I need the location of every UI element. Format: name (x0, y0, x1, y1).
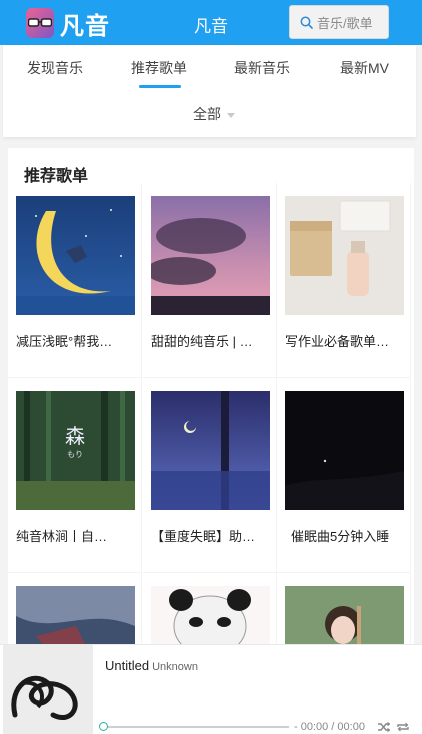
search-label: 音乐/歌单 (317, 15, 373, 31)
svg-text:森: 森 (65, 424, 85, 448)
tab-nav: 发现音乐 推荐歌单 最新音乐 最新MV 全部 (3, 45, 416, 137)
tab-recommended-playlists[interactable]: 推荐歌单 (131, 58, 187, 78)
playlist-card[interactable]: 减压浅眠°帮我… (8, 183, 142, 378)
filter-label: 全部 (193, 106, 221, 122)
music-player: Untitled Unknown - 00:00 / 00:00 (0, 644, 422, 734)
search-icon (300, 16, 313, 29)
time-display: - 00:00 / 00:00 (294, 721, 365, 733)
active-tab-indicator (139, 85, 181, 88)
playlist-cover (285, 391, 404, 510)
playlist-title: 纯音林涧丨自… (16, 529, 108, 544)
tab-discover[interactable]: 发现音乐 (27, 58, 83, 78)
playlist-title: 催眠曲5分钟入睡 (291, 529, 390, 544)
playlist-cover (285, 196, 404, 315)
tab-latest-music[interactable]: 最新音乐 (234, 58, 290, 78)
track-artist: Unknown (152, 661, 198, 673)
shuffle-icon[interactable] (378, 722, 390, 732)
playlist-cover (16, 196, 135, 315)
playlist-card[interactable]: 催眠曲5分钟入睡 (277, 378, 411, 573)
svg-text:もり: もり (67, 450, 83, 459)
tab-latest-mv[interactable]: 最新MV (340, 58, 389, 78)
playlist-card[interactable]: 森 もり 纯音林涧丨自… (8, 378, 142, 573)
playlist-cover (151, 196, 270, 315)
search-button[interactable]: 音乐/歌单 (289, 5, 389, 39)
category-filter[interactable]: 全部 (193, 104, 235, 124)
caret-down-icon (227, 112, 235, 118)
playlist-title: 减压浅眠°帮我… (16, 334, 113, 349)
playlist-card[interactable]: 甜甜的纯音乐 | … (143, 183, 277, 378)
track-title: Untitled (105, 658, 150, 673)
playlist-title: 【重度失眠】助… (151, 529, 256, 544)
playlist-cover (151, 391, 270, 510)
progress-knob[interactable] (99, 722, 108, 731)
playlist-title: 写作业必备歌单… (285, 334, 390, 349)
app-header: 凡音 凡音 音乐/歌单 (0, 0, 422, 45)
playlist-title: 甜甜的纯音乐 | … (151, 334, 253, 349)
playlist-card[interactable]: 写作业必备歌单… (277, 183, 411, 378)
progress-track (105, 726, 289, 728)
progress-slider[interactable] (99, 722, 289, 731)
player-album-cover[interactable] (3, 645, 93, 734)
playlist-card[interactable]: 【重度失眠】助… (143, 378, 277, 573)
playlist-cover: 森 もり (16, 391, 135, 510)
track-info: Untitled Unknown (105, 658, 198, 673)
repeat-icon[interactable] (397, 722, 409, 732)
